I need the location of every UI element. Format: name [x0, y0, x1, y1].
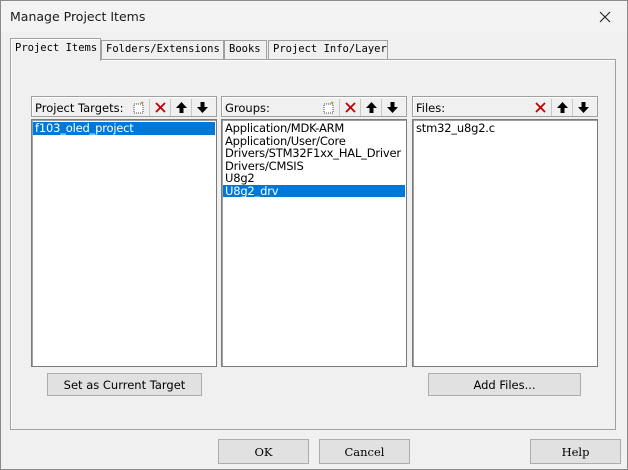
move-file-up-button[interactable] — [551, 99, 572, 116]
project-targets-header: Project Targets: — [31, 96, 217, 117]
files-header: Files: — [412, 96, 598, 117]
files-label: Files: — [416, 101, 446, 115]
groups-header: Groups: — [221, 96, 407, 117]
files-list[interactable]: stm32_u8g2.c — [412, 119, 598, 367]
delete-group-button[interactable] — [339, 99, 360, 116]
move-down-icon — [196, 102, 208, 113]
help-button[interactable]: Help — [530, 439, 621, 464]
close-icon — [599, 11, 611, 22]
cancel-button[interactable]: Cancel — [319, 439, 410, 464]
list-item[interactable]: U8g2 — [223, 172, 405, 185]
delete-file-button[interactable] — [530, 99, 551, 116]
delete-target-button[interactable] — [149, 99, 170, 116]
tab-project-items[interactable]: Project Items — [10, 38, 101, 61]
close-button[interactable] — [583, 1, 627, 32]
list-item[interactable]: f103_oled_project — [33, 122, 215, 135]
move-target-up-button[interactable] — [170, 99, 191, 116]
delete-icon — [154, 102, 166, 113]
new-group-button[interactable] — [318, 99, 339, 116]
move-down-icon — [577, 102, 589, 113]
list-item[interactable]: U8g2_drv — [223, 184, 405, 197]
ok-button[interactable]: OK — [218, 439, 309, 464]
title-bar: Manage Project Items — [1, 1, 627, 32]
move-target-down-button[interactable] — [191, 99, 212, 116]
move-down-icon — [386, 102, 398, 113]
delete-icon — [344, 102, 356, 113]
tab-project-info-layer[interactable]: Project Info/Layer — [268, 40, 388, 59]
move-group-down-button[interactable] — [381, 99, 402, 116]
groups-box: Groups: Application/MDK-ARM Application/… — [221, 96, 407, 367]
files-box: Files: stm32_u8g2.c — [412, 96, 598, 367]
files-toolbar — [530, 99, 593, 116]
window-title: Manage Project Items — [10, 9, 146, 24]
list-item[interactable]: stm32_u8g2.c — [414, 122, 596, 135]
groups-toolbar — [318, 99, 402, 116]
tab-books[interactable]: Books — [224, 40, 267, 59]
manage-project-items-dialog: Manage Project Items Project Items Folde… — [0, 0, 628, 470]
add-files-button[interactable]: Add Files... — [428, 373, 581, 396]
project-targets-box: Project Targets: f103_oled_project — [31, 96, 217, 367]
new-icon — [133, 101, 144, 114]
project-targets-list[interactable]: f103_oled_project — [31, 119, 217, 367]
move-up-icon — [365, 102, 377, 113]
move-file-down-button[interactable] — [572, 99, 593, 116]
groups-label: Groups: — [225, 101, 270, 115]
new-icon — [323, 101, 334, 114]
set-as-current-target-button[interactable]: Set as Current Target — [47, 373, 202, 396]
move-group-up-button[interactable] — [360, 99, 381, 116]
project-targets-toolbar — [128, 99, 212, 116]
groups-list[interactable]: Application/MDK-ARM Application/User/Cor… — [221, 119, 407, 367]
list-item[interactable]: Drivers/STM32F1xx_HAL_Driver — [223, 147, 405, 160]
move-up-icon — [175, 102, 187, 113]
list-item[interactable]: Application/MDK-ARM — [223, 122, 405, 135]
new-target-button[interactable] — [128, 99, 149, 116]
move-up-icon — [556, 102, 568, 113]
project-targets-label: Project Targets: — [35, 101, 124, 115]
tab-panel: Project Targets: f103_oled_project Group… — [10, 59, 616, 430]
tab-folders-extensions[interactable]: Folders/Extensions — [101, 40, 224, 59]
delete-icon — [535, 102, 546, 113]
